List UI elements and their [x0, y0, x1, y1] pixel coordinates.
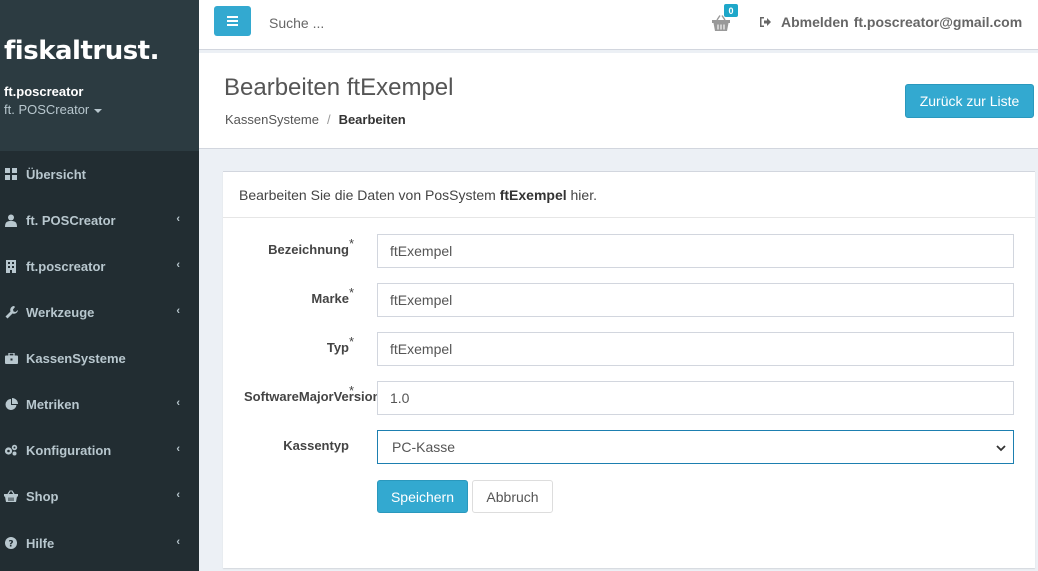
chevron-left-icon: ‹: [176, 213, 180, 225]
sidebar-item-werkzeuge[interactable]: Werkzeuge ‹: [0, 289, 199, 335]
software-major-version-label: SoftwareMajorVersion: [244, 389, 377, 404]
required-marker: *: [349, 236, 355, 251]
sidebar-item-ft-poscreator[interactable]: ft. POSCreator ‹: [0, 197, 199, 243]
breadcrumb: KassenSysteme / Bearbeiten: [225, 112, 406, 127]
save-button[interactable]: Speichern: [377, 480, 468, 513]
back-to-list-button[interactable]: Zurück zur Liste: [905, 84, 1034, 118]
sidebar-item-uebersicht[interactable]: Übersicht: [0, 151, 199, 197]
sidebar-item-label: KassenSysteme: [26, 350, 126, 366]
sidebar-item-label: Hilfe: [26, 535, 55, 551]
cogs-icon: [4, 443, 18, 457]
cancel-button[interactable]: Abbruch: [472, 480, 553, 513]
logout-link[interactable]: Abmelden ft.poscreator@gmail.com: [759, 14, 1022, 30]
breadcrumb-current: Bearbeiten: [338, 112, 406, 127]
intro-prefix: Bearbeiten Sie die Daten von PosSystem: [239, 187, 500, 203]
kassentyp-selected-value: PC-Kasse: [392, 439, 456, 455]
wrench-icon: [4, 305, 18, 319]
user-email: ft.poscreator@gmail.com: [853, 14, 1023, 30]
bezeichnung-field[interactable]: [377, 234, 1014, 268]
form-row-marke: Marke *: [223, 283, 1035, 317]
sidebar-item-label: Shop: [26, 488, 59, 504]
sidebar-menu: Übersicht ft. POSCreator ‹ ft.poscreator…: [0, 151, 199, 571]
sidebar-item-shop[interactable]: Shop ‹: [0, 473, 199, 519]
menu-bar: [227, 16, 238, 18]
field-label: Marke: [311, 291, 349, 306]
logo[interactable]: fiskaltrust.: [4, 36, 160, 66]
breadcrumb-separator: /: [326, 112, 331, 127]
form-row-software-major-version: SoftwareMajorVersion *: [223, 381, 1035, 415]
briefcase-icon: [4, 351, 18, 365]
pie-chart-icon: [4, 397, 18, 411]
chevron-left-icon: ‹: [176, 259, 180, 271]
edit-form-box: Bearbeiten Sie die Daten von PosSystem f…: [223, 171, 1035, 568]
software-major-version-field[interactable]: [377, 381, 1014, 415]
sidebar: fiskaltrust. ft.poscreator ft. POSCreato…: [0, 0, 199, 571]
basket-icon: [4, 489, 18, 503]
field-label: SoftwareMajorVersion: [244, 389, 377, 404]
topbar: 0 Abmelden ft.poscreator@gmail.com: [199, 0, 1038, 50]
page-title: Bearbeiten ftExempel: [224, 74, 454, 101]
sign-out-icon: [760, 17, 771, 27]
sidebar-item-label: Übersicht: [26, 166, 86, 182]
svg-text:?: ?: [8, 539, 13, 549]
marke-label: Marke: [311, 291, 349, 306]
sidebar-toggle-button[interactable]: [214, 6, 251, 36]
sidebar-item-hilfe[interactable]: ? Hilfe ‹: [0, 520, 199, 566]
caret-down-icon: [94, 108, 103, 113]
sidebar-item-label: Konfiguration: [26, 442, 112, 458]
kassentyp-select[interactable]: PC-Kasse: [377, 430, 1014, 464]
intro-suffix: hier.: [566, 187, 597, 203]
sidebar-item-label: Werkzeuge: [26, 304, 95, 320]
required-marker: *: [349, 334, 355, 349]
bezeichnung-label: Bezeichnung: [268, 242, 349, 257]
kassentyp-label: Kassentyp: [283, 438, 349, 453]
breadcrumb-link[interactable]: KassenSysteme: [225, 112, 319, 127]
menu-bar: [227, 24, 238, 26]
user-name: ft.poscreator: [4, 84, 84, 99]
sidebar-item-label: ft.poscreator: [26, 258, 106, 274]
sidebar-item-kassensysteme[interactable]: KassenSysteme: [0, 335, 199, 381]
chevron-left-icon: ‹: [176, 443, 180, 455]
question-icon: ?: [4, 536, 18, 550]
required-marker: *: [349, 383, 355, 398]
sidebar-item-label: ft. POSCreator: [26, 212, 116, 228]
form-row-typ: Typ *: [223, 332, 1035, 366]
marke-field[interactable]: [377, 283, 1014, 317]
form-row-kassentyp: Kassentyp PC-Kasse: [223, 430, 1035, 464]
logout-label: Abmelden: [781, 14, 849, 30]
dashboard-icon: [4, 167, 18, 181]
box-header: Bearbeiten Sie die Daten von PosSystem f…: [223, 172, 1035, 218]
chevron-left-icon: ‹: [176, 305, 180, 317]
cart-count-badge: 0: [724, 4, 738, 17]
chevron-down-icon: [996, 445, 1006, 452]
sidebar-brand: fiskaltrust. ft.poscreator ft. POSCreato…: [0, 0, 199, 151]
chevron-left-icon: ‹: [176, 536, 180, 548]
user-org-label: ft. POSCreator: [4, 102, 90, 117]
sidebar-item-metriken[interactable]: Metriken ‹: [0, 381, 199, 427]
content-header: Bearbeiten ftExempel KassenSysteme / Bearb…: [199, 53, 1038, 149]
user-icon: [4, 213, 18, 227]
menu-bar: [227, 20, 238, 22]
sidebar-item-ftposcreator[interactable]: ft.poscreator ‹: [0, 243, 199, 289]
chevron-left-icon: ‹: [176, 489, 180, 501]
user-org-dropdown[interactable]: ft. POSCreator: [4, 102, 103, 117]
field-label: Bezeichnung: [268, 242, 349, 257]
form-intro: Bearbeiten Sie die Daten von PosSystem f…: [239, 187, 597, 203]
intro-name: ftExempel: [499, 187, 567, 203]
building-icon: [4, 259, 18, 273]
search-input[interactable]: [261, 8, 561, 38]
sidebar-item-label: Metriken: [26, 396, 80, 412]
typ-field[interactable]: [377, 332, 1014, 366]
required-marker: *: [349, 285, 355, 300]
form-row-bezeichnung: Bezeichnung *: [223, 234, 1035, 268]
typ-label: Typ: [327, 340, 349, 355]
chevron-left-icon: ‹: [176, 397, 180, 409]
sidebar-item-konfiguration[interactable]: Konfiguration ‹: [0, 427, 199, 473]
field-label: Typ: [326, 340, 349, 355]
